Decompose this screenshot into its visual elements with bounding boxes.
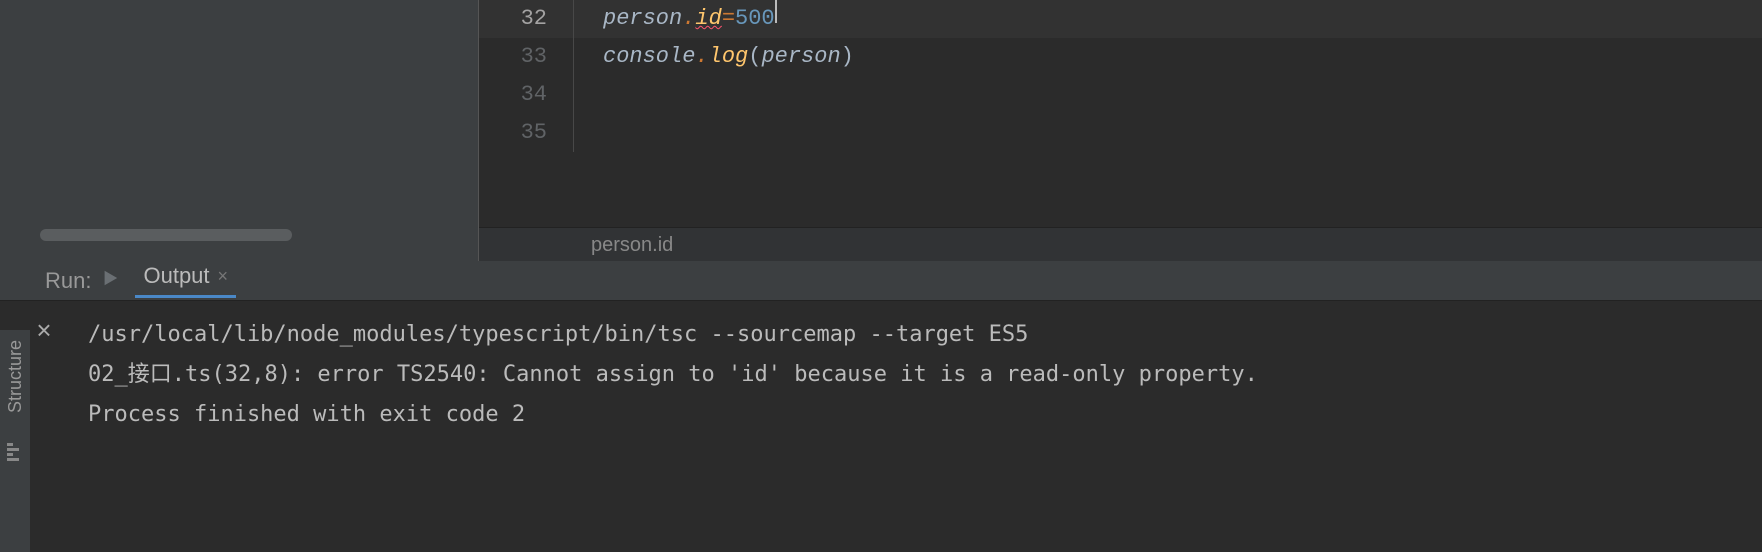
line-number: 35: [479, 114, 573, 152]
console-line: 02_接口.ts(32,8): error TS2540: Cannot ass…: [88, 355, 1762, 395]
console-line: /usr/local/lib/node_modules/typescript/b…: [88, 315, 1762, 355]
tool-window-strip: Structure: [0, 330, 30, 552]
token-identifier: console: [603, 38, 695, 76]
token-method: log: [709, 38, 749, 76]
token-dot: .: [682, 0, 695, 38]
tool-window-structure[interactable]: Structure: [5, 340, 26, 413]
indent-guide: [573, 38, 603, 76]
code-line-33[interactable]: 33 console.log(person): [479, 38, 1762, 76]
token-identifier: person: [603, 0, 682, 38]
console-output[interactable]: /usr/local/lib/node_modules/typescript/b…: [88, 301, 1762, 435]
structure-icon[interactable]: [7, 443, 23, 461]
token-op: =: [722, 0, 735, 38]
project-sidebar: [0, 0, 478, 261]
line-number: 32: [479, 0, 573, 38]
token-dot: .: [695, 38, 708, 76]
token-paren: (: [748, 38, 761, 76]
hide-panel-button[interactable]: ×: [36, 315, 51, 346]
code-editor[interactable]: 32 person.id = 500 33 console.log(person…: [478, 0, 1762, 261]
line-number: 34: [479, 76, 573, 114]
code-content[interactable]: console.log(person): [603, 38, 854, 76]
tab-output[interactable]: Output ×: [135, 263, 236, 298]
code-block[interactable]: 32 person.id = 500 33 console.log(person…: [479, 0, 1762, 227]
code-line-34[interactable]: 34: [479, 76, 1762, 114]
horizontal-scrollbar[interactable]: [40, 229, 292, 241]
indent-guide: [573, 0, 603, 38]
run-panel: Run: Output × × /usr/local/lib/node_modu…: [0, 261, 1762, 552]
main-area: 32 person.id = 500 33 console.log(person…: [0, 0, 1762, 261]
code-content[interactable]: person.id = 500: [603, 0, 777, 38]
code-line-32[interactable]: 32 person.id = 500: [479, 0, 1762, 38]
token-number: 500: [735, 0, 775, 38]
close-icon[interactable]: ×: [218, 266, 229, 287]
breadcrumb[interactable]: person.id: [479, 227, 1762, 261]
tab-label: Output: [143, 263, 209, 289]
code-line-35[interactable]: 35: [479, 114, 1762, 152]
text-caret: [775, 0, 777, 23]
indent-guide: [573, 76, 603, 114]
token-identifier: person: [761, 38, 840, 76]
token-paren: ): [841, 38, 854, 76]
panel-body: × /usr/local/lib/node_modules/typescript…: [0, 301, 1762, 435]
panel-header: Run: Output ×: [0, 261, 1762, 301]
line-number: 33: [479, 38, 573, 76]
run-label: Run:: [45, 268, 91, 294]
token-property-error: id: [695, 0, 721, 38]
run-icon[interactable]: [101, 269, 119, 292]
breadcrumb-item[interactable]: person.id: [591, 234, 673, 256]
console-line: Process finished with exit code 2: [88, 395, 1762, 435]
indent-guide: [573, 114, 603, 152]
